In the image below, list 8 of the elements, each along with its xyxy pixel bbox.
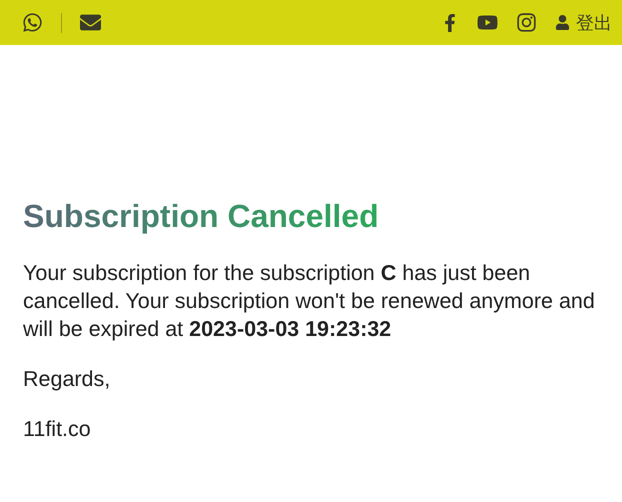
user-icon [555,15,570,30]
logout-link[interactable]: 登出 [555,10,612,34]
envelope-icon[interactable] [80,12,101,33]
closing-text: Regards, [23,366,112,393]
message-text: Your subscription for the subscription C has just been cancelled. Your subscription won't be renewed anymore and will be expired at 2023-03-03 19:23:32 [23,260,596,343]
instagram-icon[interactable] [516,12,537,33]
whatsapp-icon[interactable] [22,12,43,33]
signature-text: 11fit.co [23,416,92,443]
